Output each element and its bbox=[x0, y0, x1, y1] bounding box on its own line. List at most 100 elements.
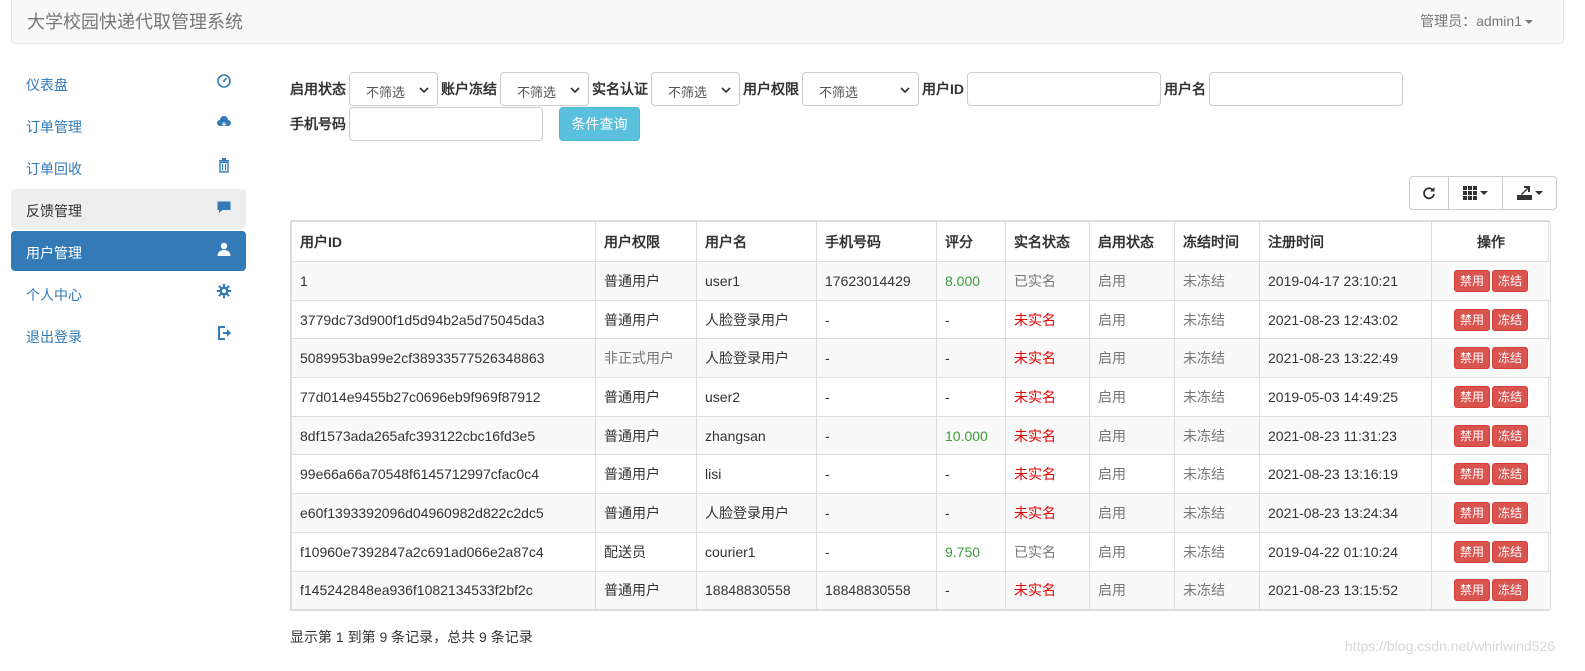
table-cell: 人脸登录用户 bbox=[696, 493, 817, 533]
table-cell: 启用 bbox=[1089, 454, 1175, 495]
table-cell: 未冻结 bbox=[1174, 493, 1260, 533]
freeze-button[interactable]: 冻结 bbox=[1492, 385, 1529, 408]
caret-down-icon bbox=[1480, 191, 1488, 195]
admin-menu[interactable]: 管理员：admin1 bbox=[1420, 11, 1533, 31]
column-header[interactable]: 手机号码 bbox=[816, 221, 937, 262]
freeze-button[interactable]: 冻结 bbox=[1492, 463, 1529, 486]
column-header[interactable]: 启用状态 bbox=[1089, 221, 1175, 262]
column-header[interactable]: 用户ID bbox=[291, 221, 596, 262]
column-header[interactable]: 操作 bbox=[1431, 221, 1551, 262]
actions-cell: 禁用 冻结 bbox=[1431, 493, 1551, 533]
disable-button[interactable]: 禁用 bbox=[1453, 385, 1490, 408]
table-cell: 未冻结 bbox=[1174, 454, 1260, 495]
username-filter-label: 用户名 bbox=[1164, 81, 1206, 97]
table-cell: 未冻结 bbox=[1174, 299, 1260, 340]
grid-icon bbox=[1463, 186, 1477, 200]
refresh-button[interactable] bbox=[1409, 176, 1449, 210]
table-cell: 未实名 bbox=[1005, 299, 1090, 340]
column-header[interactable]: 用户权限 bbox=[595, 221, 697, 262]
realname-filter-select[interactable]: 不筛选 bbox=[651, 72, 740, 106]
table-cell: 普通用户 bbox=[595, 454, 697, 495]
disable-button[interactable]: 禁用 bbox=[1453, 424, 1490, 447]
disable-button[interactable]: 禁用 bbox=[1453, 540, 1490, 563]
table-cell: zhangsan bbox=[696, 415, 817, 456]
freeze-button[interactable]: 冻结 bbox=[1492, 424, 1529, 447]
freeze-button[interactable]: 冻结 bbox=[1492, 308, 1529, 331]
disable-button[interactable]: 禁用 bbox=[1453, 347, 1490, 370]
sidebar-item-profile[interactable]: 个人中心 bbox=[11, 273, 246, 313]
table-cell: 已实名 bbox=[1005, 261, 1090, 301]
columns-button[interactable] bbox=[1448, 176, 1503, 210]
role-filter-select[interactable]: 不筛选 bbox=[802, 72, 919, 106]
sidebar-item-feedback[interactable]: 反馈管理 bbox=[11, 189, 246, 229]
disable-button[interactable]: 禁用 bbox=[1453, 501, 1490, 524]
app-title[interactable]: 大学校园快递代取管理系统 bbox=[27, 8, 243, 34]
table-cell: 2021-08-23 13:15:52 bbox=[1259, 570, 1432, 611]
dashboard-icon bbox=[216, 73, 232, 89]
freeze-filter-select[interactable]: 不筛选 bbox=[500, 72, 589, 106]
column-header[interactable]: 实名状态 bbox=[1005, 221, 1090, 262]
user-icon bbox=[216, 241, 232, 257]
phone-filter-label: 手机号码 bbox=[290, 116, 346, 132]
table-cell: 未冻结 bbox=[1174, 415, 1260, 456]
table-row: f10960e7392847a2c691ad066e2a87c4 配送员 couri… bbox=[291, 531, 1551, 572]
table-cell: - bbox=[936, 493, 1006, 533]
table-cell: f145242848ea936f1082134533f2bf2c bbox=[291, 570, 596, 611]
query-button[interactable]: 条件查询 bbox=[559, 107, 640, 141]
table-cell: 普通用户 bbox=[595, 570, 697, 611]
table-cell: 启用 bbox=[1089, 338, 1175, 379]
disable-button[interactable]: 禁用 bbox=[1453, 269, 1490, 292]
caret-down-icon bbox=[1525, 20, 1533, 25]
username-input[interactable] bbox=[1209, 72, 1403, 106]
sidebar-item-label: 订单回收 bbox=[26, 161, 82, 177]
sidebar: 仪表盘 订单管理 订单回收 反馈管理 用户管理 个人中心 退出登录 bbox=[11, 63, 246, 357]
actions-cell: 禁用 冻结 bbox=[1431, 338, 1551, 379]
freeze-button[interactable]: 冻结 bbox=[1492, 579, 1529, 602]
phone-input[interactable] bbox=[349, 107, 543, 141]
filter-form: 启用状态 不筛选 账户冻结 不筛选 实名认证 不筛选 用户权限 不筛选 用户ID… bbox=[290, 72, 1550, 142]
disable-button[interactable]: 禁用 bbox=[1453, 579, 1490, 602]
table-cell: 普通用户 bbox=[595, 493, 697, 533]
table-cell: 启用 bbox=[1089, 299, 1175, 340]
freeze-button[interactable]: 冻结 bbox=[1492, 501, 1529, 524]
disable-button[interactable]: 禁用 bbox=[1453, 463, 1490, 486]
sidebar-item-orders[interactable]: 订单管理 bbox=[11, 105, 246, 145]
chevron-down-icon bbox=[900, 87, 910, 94]
sidebar-item-label: 个人中心 bbox=[26, 287, 82, 303]
gear-icon bbox=[216, 283, 232, 299]
column-header[interactable]: 注册时间 bbox=[1259, 221, 1432, 262]
chevron-down-icon bbox=[721, 87, 731, 94]
table-row: 3779dc73d900f1d5d94b2a5d75045da3 普通用户 人脸登录… bbox=[291, 299, 1551, 340]
status-filter-select[interactable]: 不筛选 bbox=[349, 72, 438, 106]
watermark: https://blog.csdn.net/whirlwind526 bbox=[1344, 638, 1555, 654]
sidebar-item-logout[interactable]: 退出登录 bbox=[11, 315, 246, 355]
table-cell: 18848830558 bbox=[816, 570, 937, 611]
table-cell: - bbox=[816, 415, 937, 456]
table-cell: 普通用户 bbox=[595, 415, 697, 456]
freeze-filter-label: 账户冻结 bbox=[441, 81, 497, 97]
disable-button[interactable]: 禁用 bbox=[1453, 308, 1490, 331]
table-cell: - bbox=[816, 377, 937, 417]
table-cell: - bbox=[816, 454, 937, 495]
export-button[interactable] bbox=[1502, 176, 1557, 210]
table-cell: 未冻结 bbox=[1174, 261, 1260, 301]
table-cell: 未冻结 bbox=[1174, 377, 1260, 417]
sidebar-item-label: 反馈管理 bbox=[26, 203, 82, 219]
table-cell: 10.000 bbox=[936, 415, 1006, 456]
userid-input[interactable] bbox=[967, 72, 1161, 106]
status-filter-value: 不筛选 bbox=[366, 85, 406, 100]
chevron-down-icon bbox=[570, 87, 580, 94]
refresh-icon bbox=[1423, 187, 1435, 200]
column-header[interactable]: 冻结时间 bbox=[1174, 221, 1260, 262]
table-cell: 99e66a66a70548f6145712997cfac0c4 bbox=[291, 454, 596, 495]
chevron-down-icon bbox=[419, 87, 429, 94]
table-cell: 2019-05-03 14:49:25 bbox=[1259, 377, 1432, 417]
freeze-button[interactable]: 冻结 bbox=[1492, 269, 1529, 292]
sidebar-item-dashboard[interactable]: 仪表盘 bbox=[11, 63, 246, 103]
sidebar-item-user-management[interactable]: 用户管理 bbox=[11, 231, 246, 271]
column-header[interactable]: 用户名 bbox=[696, 221, 817, 262]
freeze-button[interactable]: 冻结 bbox=[1492, 347, 1529, 370]
freeze-button[interactable]: 冻结 bbox=[1492, 540, 1529, 563]
sidebar-item-order-recycle[interactable]: 订单回收 bbox=[11, 147, 246, 187]
column-header[interactable]: 评分 bbox=[936, 221, 1006, 262]
